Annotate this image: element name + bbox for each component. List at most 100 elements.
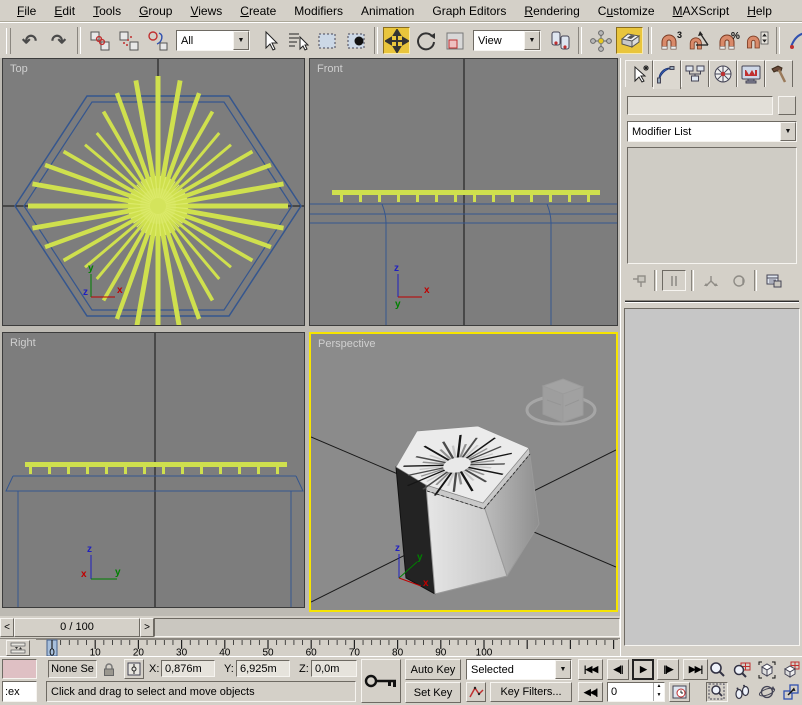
tab-modify[interactable] — [653, 60, 681, 89]
open-mini-curve-editor-button[interactable] — [6, 640, 30, 656]
menu-edit[interactable]: Edit — [45, 1, 84, 21]
select-and-scale-button[interactable] — [441, 27, 468, 54]
pin-stack-button[interactable] — [627, 270, 651, 291]
object-name-field[interactable] — [627, 96, 773, 115]
menu-file[interactable]: File — [8, 1, 45, 21]
time-slider-track[interactable] — [154, 618, 620, 637]
viewport-right[interactable]: Right z x y — [2, 332, 305, 608]
play-button[interactable]: ▶ — [632, 659, 654, 680]
viewport-front[interactable]: Front z y x — [309, 58, 618, 326]
redo-button[interactable]: ↷ — [45, 27, 72, 54]
region-zoom-button[interactable] — [706, 682, 728, 702]
configure-modifier-sets-button[interactable] — [762, 270, 786, 291]
tab-display[interactable] — [737, 60, 765, 87]
window-crossing-toggle-button[interactable] — [342, 27, 369, 54]
toolbar-drag-handle[interactable] — [6, 28, 11, 54]
menu-graph-editors[interactable]: Graph Editors — [423, 1, 515, 21]
percent-snap-toggle-button[interactable]: % — [715, 27, 742, 54]
menu-group[interactable]: Group — [130, 1, 181, 21]
tab-create[interactable] — [625, 60, 653, 87]
absolute-mode-toggle[interactable] — [124, 659, 144, 679]
frame-spinner-up[interactable]: ▲ — [654, 683, 664, 692]
chevron-down-icon[interactable]: ▼ — [555, 660, 571, 679]
set-keys-button[interactable] — [361, 659, 401, 703]
modifier-stack-list[interactable] — [627, 147, 797, 264]
selection-filter-dropdown[interactable]: All ▼ — [176, 30, 250, 51]
zoom-extents-button[interactable] — [756, 659, 778, 680]
z-coord-field[interactable] — [311, 660, 357, 677]
menu-rendering[interactable]: Rendering — [515, 1, 588, 21]
zoom-all-button[interactable] — [731, 659, 753, 680]
track-bar-ruler[interactable]: 0102030405060708090100 — [36, 639, 618, 657]
snaps-toggle-button[interactable]: 3 — [657, 27, 684, 54]
tab-motion[interactable] — [709, 60, 737, 87]
select-and-rotate-button[interactable] — [412, 27, 439, 54]
viewport-top-label[interactable]: Top — [10, 63, 28, 75]
y-coord-field[interactable] — [236, 660, 290, 677]
time-slider-handle[interactable]: 0 / 100 — [14, 618, 140, 637]
menu-customize[interactable]: Customize — [589, 1, 664, 21]
pan-view-button[interactable] — [731, 682, 753, 702]
angle-snap-toggle-button[interactable] — [686, 27, 713, 54]
viewport-perspective[interactable]: Perspective — [309, 332, 618, 612]
unlink-selection-button[interactable] — [115, 27, 142, 54]
select-object-button[interactable] — [255, 27, 282, 54]
select-by-name-button[interactable] — [284, 27, 311, 54]
menu-modifiers[interactable]: Modifiers — [285, 1, 352, 21]
viewport-right-label[interactable]: Right — [10, 337, 36, 349]
zoom-button[interactable] — [706, 659, 728, 680]
time-slider-next-button[interactable]: > — [140, 618, 154, 637]
bind-to-space-warp-button[interactable] — [144, 27, 171, 54]
menu-tools[interactable]: Tools — [84, 1, 130, 21]
menu-maxscript[interactable]: MAXScript — [664, 1, 739, 21]
reference-coordinate-system-dropdown[interactable]: View ▼ — [473, 30, 541, 51]
x-coord-field[interactable] — [161, 660, 215, 677]
set-key-button[interactable]: Set Key — [405, 682, 461, 703]
goto-start-button[interactable]: |◀◀ — [578, 659, 603, 680]
selection-lock-toggle[interactable] — [100, 660, 118, 678]
viewport-top[interactable]: Top y z x — [2, 58, 305, 326]
keyboard-shortcut-override-toggle[interactable] — [616, 27, 643, 54]
maxscript-mini-listener-white[interactable]: :ex — [2, 681, 37, 702]
key-mode-dropdown[interactable]: Selected ▼ — [466, 659, 572, 680]
maxscript-mini-listener-pink[interactable] — [2, 659, 37, 679]
default-tangent-button[interactable] — [466, 682, 486, 702]
viewport-perspective-label[interactable]: Perspective — [318, 338, 375, 350]
tab-hierarchy[interactable] — [681, 60, 709, 87]
previous-frame-button[interactable]: ◀|| — [607, 659, 629, 680]
modifier-list-dropdown[interactable]: Modifier List ▼ — [627, 121, 797, 142]
remove-modifier-button[interactable] — [727, 270, 751, 291]
next-frame-button[interactable]: ||▶ — [657, 659, 679, 680]
select-and-manipulate-button[interactable] — [587, 27, 614, 54]
maximize-viewport-toggle-button[interactable] — [780, 682, 802, 702]
current-frame-field[interactable] — [608, 683, 653, 701]
time-slider-prev-button[interactable]: < — [0, 618, 14, 637]
spinner-snap-toggle-button[interactable] — [744, 27, 771, 54]
viewport-front-label[interactable]: Front — [317, 63, 343, 75]
tab-utilities[interactable] — [765, 60, 793, 87]
select-and-link-button[interactable] — [86, 27, 113, 54]
menu-animation[interactable]: Animation — [352, 1, 423, 21]
key-mode-toggle-button[interactable]: ◀◀| — [578, 682, 603, 702]
chevron-down-icon[interactable]: ▼ — [233, 31, 249, 50]
chevron-down-icon[interactable]: ▼ — [524, 31, 540, 50]
mirror-button-clipped[interactable] — [785, 27, 802, 54]
frame-spinner-down[interactable]: ▼ — [654, 692, 664, 701]
undo-button[interactable]: ↶ — [16, 27, 43, 54]
arc-rotate-button[interactable] — [756, 682, 778, 702]
select-and-move-button[interactable] — [383, 27, 410, 54]
auto-key-button[interactable]: Auto Key — [405, 659, 461, 680]
time-configuration-button[interactable] — [669, 682, 690, 702]
goto-end-button[interactable]: ▶▶| — [683, 659, 708, 680]
menu-create[interactable]: Create — [231, 1, 285, 21]
key-filters-button[interactable]: Key Filters... — [490, 682, 572, 702]
use-pivot-point-center-button[interactable] — [546, 27, 573, 54]
chevron-down-icon[interactable]: ▼ — [780, 122, 796, 141]
make-unique-button[interactable] — [699, 270, 723, 291]
zoom-extents-all-button[interactable] — [780, 659, 802, 680]
rectangular-selection-region-button[interactable] — [313, 27, 340, 54]
object-color-swatch[interactable] — [778, 96, 796, 115]
menu-views[interactable]: Views — [181, 1, 231, 21]
menu-help[interactable]: Help — [738, 1, 781, 21]
rollout-area[interactable] — [624, 308, 800, 646]
